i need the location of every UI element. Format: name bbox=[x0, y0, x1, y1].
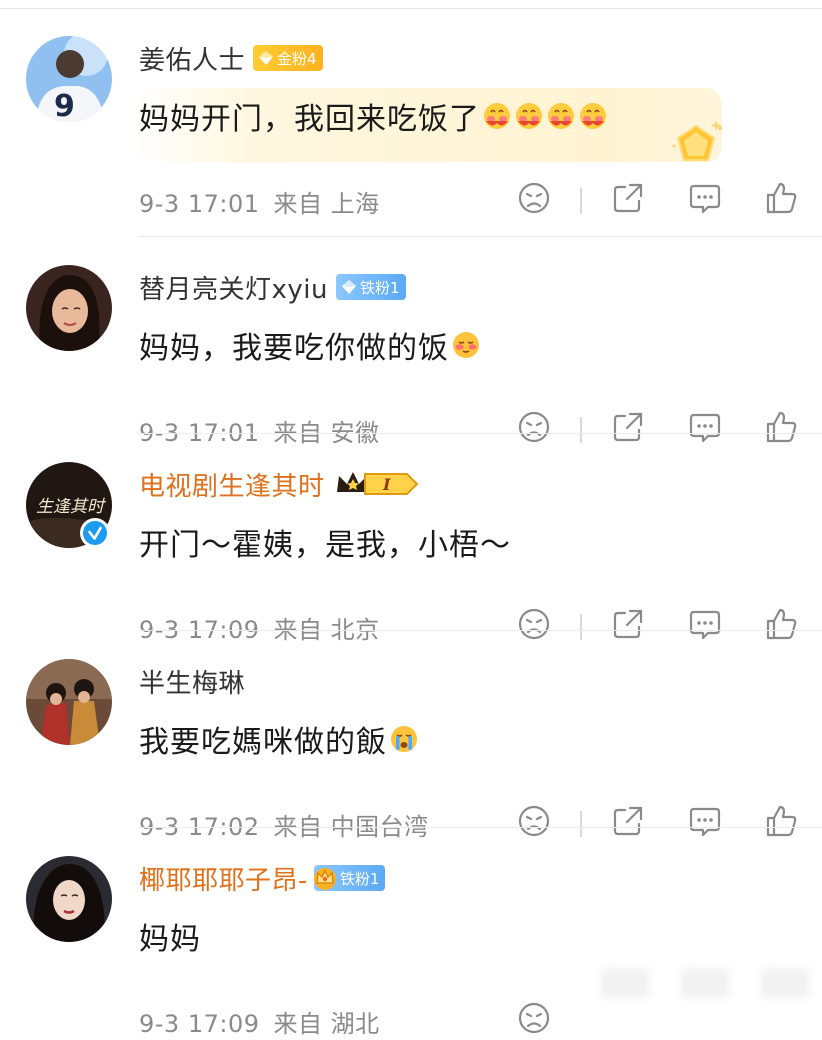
comment-text-row: 开门～霍姨，是我，小梧～ bbox=[139, 516, 511, 568]
hug-face-icon bbox=[482, 101, 512, 131]
fan-badge[interactable]: 铁粉1 bbox=[335, 274, 406, 300]
comment-text-row: 妈妈开门，我回来吃饭了 bbox=[139, 90, 608, 142]
comment-text: 开门～霍姨，是我，小梧～ bbox=[139, 528, 511, 563]
crown-icon: I bbox=[336, 472, 418, 495]
name-row: 半生梅琳 bbox=[139, 661, 245, 701]
avatar[interactable] bbox=[26, 659, 112, 745]
hug-face-icon bbox=[514, 101, 544, 131]
comment-item: 替月亮关灯xyiu 铁粉1 妈妈，我要吃你做的饭 9-3 17:01 来自 安徽 bbox=[0, 237, 822, 447]
name-row: 椰耶耶耶子昂- 铁粉1 bbox=[139, 858, 386, 898]
name-row: 电视剧生逢其时 I bbox=[139, 464, 419, 504]
comment-icon[interactable] bbox=[687, 180, 723, 216]
crying-face-icon bbox=[389, 724, 419, 754]
blurred-region bbox=[600, 968, 650, 998]
comment-text-row: 我要吃媽咪做的飯 bbox=[139, 713, 419, 765]
blurred-region bbox=[760, 968, 810, 998]
avatar-logo-text: 生逢其时 bbox=[36, 497, 107, 517]
comment-text: 妈妈开门，我回来吃饭了 bbox=[139, 102, 480, 137]
hug-face-icon bbox=[578, 101, 608, 131]
comment-actions bbox=[0, 180, 822, 220]
diamond-icon bbox=[259, 51, 274, 65]
username[interactable]: 椰耶耶耶子昂- bbox=[139, 860, 308, 897]
avatar[interactable] bbox=[26, 265, 112, 351]
name-row: 替月亮关灯xyiu 铁粉1 bbox=[139, 267, 406, 307]
username[interactable]: 姜佑人士 bbox=[139, 40, 245, 77]
svg-text:9: 9 bbox=[54, 89, 75, 122]
member-crown-badge[interactable]: I bbox=[335, 466, 419, 502]
dislike-face-icon[interactable] bbox=[516, 1000, 552, 1036]
comment-text-row: 妈妈 bbox=[139, 910, 201, 962]
blurred-region bbox=[680, 968, 730, 998]
verified-badge-icon bbox=[80, 518, 110, 548]
gold-pentagon-decoration-icon bbox=[672, 120, 722, 161]
action-separator bbox=[580, 188, 582, 214]
like-thumb-icon[interactable] bbox=[763, 180, 799, 216]
avatar[interactable]: 9 bbox=[26, 36, 112, 122]
comment-item: 9 姜佑人士 金粉4 妈妈开门，我回来吃饭了 9-3 17:01 来自 上海 bbox=[0, 8, 822, 218]
fan-badge-label: 铁粉1 bbox=[359, 278, 400, 297]
comment-actions bbox=[0, 1000, 822, 1040]
fan-badge[interactable]: 金粉4 bbox=[253, 45, 323, 71]
fan-badge-label: 金粉4 bbox=[277, 49, 317, 68]
username[interactable]: 电视剧生逢其时 bbox=[139, 466, 325, 503]
crown-badge-label: I bbox=[382, 475, 391, 494]
comment-text: 我要吃媽咪做的飯 bbox=[139, 725, 387, 760]
diamond-icon bbox=[341, 280, 356, 294]
fan-badge-label: 铁粉1 bbox=[339, 869, 380, 888]
fan-badge[interactable]: 铁粉1 bbox=[313, 865, 386, 891]
comment-text: 妈妈 bbox=[139, 922, 201, 957]
comment-text-row: 妈妈，我要吃你做的饭 bbox=[139, 319, 481, 371]
username[interactable]: 替月亮关灯xyiu bbox=[139, 269, 328, 306]
avatar[interactable] bbox=[26, 856, 112, 942]
name-row: 姜佑人士 金粉4 bbox=[139, 38, 323, 78]
share-icon[interactable] bbox=[610, 180, 646, 216]
blush-face-icon bbox=[451, 330, 481, 360]
hug-face-icon bbox=[546, 101, 576, 131]
comment-item: 半生梅琳 我要吃媽咪做的飯 9-3 17:02 来自 中国台湾 bbox=[0, 631, 822, 841]
comment-text: 妈妈，我要吃你做的饭 bbox=[139, 331, 449, 366]
comment-item: 生逢其时 电视剧生逢其时 I 开门～霍姨，是我，小梧～ 9-3 17:09 来自 … bbox=[0, 434, 822, 644]
username[interactable]: 半生梅琳 bbox=[139, 663, 245, 700]
crown-icon bbox=[313, 868, 336, 890]
dislike-face-icon[interactable] bbox=[516, 180, 552, 216]
